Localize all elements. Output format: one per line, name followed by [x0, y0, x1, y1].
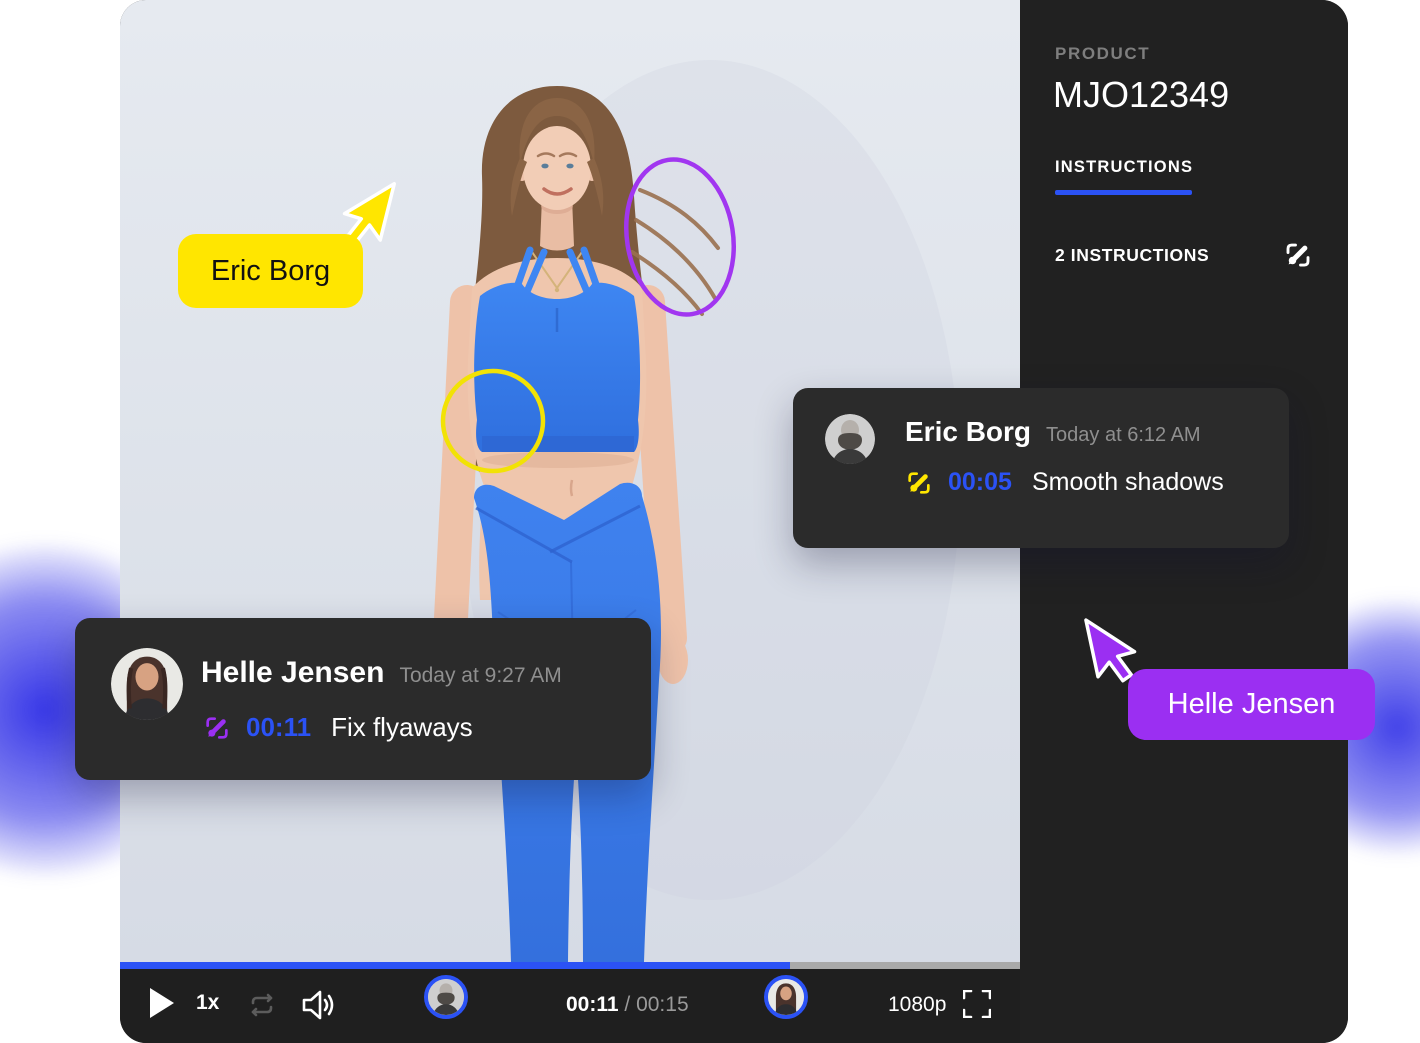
time-display: 00:11 / 00:15: [566, 993, 689, 1017]
comment-card-helle[interactable]: Helle Jensen Today at 9:27 AM 00:11 Fix …: [75, 618, 651, 780]
quality-button[interactable]: 1080p: [888, 993, 946, 1017]
annotation-purple-ellipse: [618, 150, 744, 326]
timeline-marker-eric[interactable]: [424, 975, 468, 1019]
tab-instructions[interactable]: INSTRUCTIONS: [1055, 158, 1193, 177]
page: 1x 00:11 / 00:15 1080p: [0, 0, 1420, 1043]
comment-author: Helle Jensen: [201, 656, 384, 690]
avatar-eric: [825, 414, 875, 464]
brush-annotate-icon: [1283, 240, 1313, 270]
timeline-scrubber[interactable]: [120, 962, 1020, 969]
avatar-eric-small: [428, 979, 464, 1015]
tab-active-underline: [1055, 190, 1192, 195]
avatar-helle: [111, 648, 183, 720]
instructions-count: 2 INSTRUCTIONS: [1055, 245, 1209, 266]
fullscreen-button[interactable]: [962, 990, 992, 1020]
time-separator: /: [619, 993, 637, 1016]
comment-header: Eric Borg Today at 6:12 AM: [905, 416, 1201, 448]
volume-button[interactable]: [300, 989, 340, 1021]
cursor-name: Helle Jensen: [1168, 688, 1336, 721]
product-label: PRODUCT: [1055, 44, 1150, 64]
timeline-marker-helle[interactable]: [764, 975, 808, 1019]
cursor-name: Eric Borg: [211, 255, 330, 288]
avatar-helle-small: [768, 979, 804, 1015]
current-time: 00:11: [566, 993, 619, 1016]
timeline-progress-fill: [120, 962, 790, 969]
play-button[interactable]: [150, 988, 174, 1018]
comment-author: Eric Borg: [905, 416, 1031, 448]
player-controls: 1x 00:11 / 00:15 1080p: [120, 969, 1020, 1043]
comment-timecode-link[interactable]: 00:11: [246, 712, 311, 743]
cursor-label-eric: Eric Borg: [178, 234, 363, 308]
brush-annotate-icon: [203, 714, 231, 742]
annotation-yellow-circle: [436, 364, 551, 479]
comment-timecode-link[interactable]: 00:05: [948, 468, 1012, 497]
brush-annotate-icon: [905, 469, 933, 497]
playback-speed-button[interactable]: 1x: [196, 991, 219, 1015]
volume-icon: [301, 989, 339, 1021]
fullscreen-icon: [963, 990, 991, 1018]
play-icon: [150, 988, 174, 1018]
total-duration: 00:15: [636, 993, 689, 1016]
loop-button[interactable]: [246, 992, 278, 1018]
comment-posted-time: Today at 6:12 AM: [1046, 424, 1201, 447]
annotate-button[interactable]: [1283, 240, 1313, 270]
comment-header: Helle Jensen Today at 9:27 AM: [201, 656, 562, 690]
comment-posted-time: Today at 9:27 AM: [399, 664, 561, 688]
instructions-header: 2 INSTRUCTIONS: [1055, 240, 1313, 270]
cursor-label-helle: Helle Jensen: [1128, 669, 1375, 740]
comment-text: Fix flyaways: [331, 712, 473, 743]
comment-card-eric[interactable]: Eric Borg Today at 6:12 AM 00:05 Smooth …: [793, 388, 1289, 548]
comment-text: Smooth shadows: [1032, 468, 1224, 497]
comment-body: 00:11 Fix flyaways: [203, 712, 473, 743]
comment-body: 00:05 Smooth shadows: [905, 468, 1224, 497]
repeat-icon: [246, 992, 278, 1018]
product-code: MJO12349: [1053, 74, 1229, 116]
